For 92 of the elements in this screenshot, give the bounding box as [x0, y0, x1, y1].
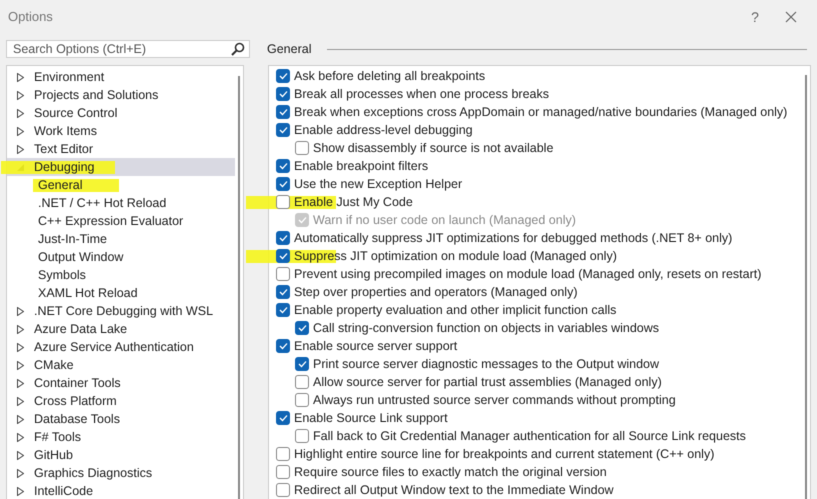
checkmark-icon [278, 162, 288, 170]
checkmark-icon [278, 108, 288, 116]
option-label: Require source files to exactly match the original version [294, 465, 607, 479]
checkbox[interactable] [276, 267, 290, 281]
scrollbar-thumb[interactable] [805, 75, 807, 499]
tree-item[interactable]: Symbols [7, 266, 235, 284]
tree-item[interactable]: Just-In-Time [7, 230, 235, 248]
checkbox[interactable] [276, 177, 290, 191]
checkbox[interactable] [276, 285, 290, 299]
option-label: Enable address-level debugging [294, 123, 473, 137]
page-title: General [267, 42, 312, 56]
checkmark-icon [278, 126, 288, 134]
checkmark-icon [278, 288, 288, 296]
checkbox[interactable] [276, 159, 290, 173]
option-label: Enable Just My Code [294, 195, 413, 209]
checkbox[interactable] [276, 231, 290, 245]
option-label: Enable property evaluation and other implicit function calls [294, 303, 616, 317]
tree-item[interactable]: Database Tools [7, 410, 235, 428]
option-label: Enable breakpoint filters [294, 159, 428, 173]
checkbox[interactable] [276, 69, 290, 83]
checkbox[interactable] [276, 483, 290, 497]
checkbox[interactable] [295, 141, 309, 155]
tree-item[interactable]: Container Tools [7, 374, 235, 392]
checkmark-icon [298, 216, 306, 224]
search-field[interactable]: Search Options (Ctrl+E) [6, 40, 250, 58]
option-label: Ask before deleting all breakpoints [294, 69, 486, 83]
checkmark-icon [298, 360, 306, 368]
tree-item[interactable]: .NET / C++ Hot Reload [7, 194, 235, 212]
checkbox[interactable] [295, 375, 309, 389]
help-button[interactable]: ? [739, 4, 771, 28]
tree-item[interactable]: Text Editor [7, 140, 235, 158]
option-label: Enable source server support [294, 339, 458, 353]
tree-item[interactable]: General [7, 176, 235, 194]
checkbox[interactable] [276, 123, 290, 137]
checkbox[interactable] [276, 303, 290, 317]
tree-item[interactable]: Output Window [7, 248, 235, 266]
checkbox[interactable] [276, 339, 290, 353]
close-icon [785, 10, 797, 22]
option-label: Print source server diagnostic messages to the Output window [313, 357, 660, 371]
checkbox[interactable] [295, 393, 309, 407]
option-label: Redirect all Output Window text to the Immediate Window [294, 483, 614, 497]
tree-item[interactable]: Graphics Diagnostics [7, 464, 235, 482]
tree-item[interactable]: Environment [7, 68, 235, 86]
option-label: Warn if no user code on launch (Managed only) [313, 213, 576, 227]
window-title: Options [8, 9, 54, 24]
checkmark-icon [278, 90, 288, 98]
checkmark-icon [278, 342, 288, 350]
checkmark-icon [278, 234, 288, 242]
tree-item[interactable]: GitHub [7, 446, 235, 464]
option-label: Use the new Exception Helper [294, 177, 462, 191]
option-label: Allow source server for partial trust assemblies (Managed only) [313, 375, 662, 389]
option-label: Automatically suppress JIT optimizations for debugged methods (.NET 8+ only) [294, 231, 732, 245]
option-label: Fall back to Git Credential Manager authentication for all Source Link requests [313, 429, 746, 443]
option-label: Break when exceptions cross AppDomain or managed/native boundaries (Managed only) [294, 105, 788, 119]
checkmark-icon [278, 72, 288, 80]
option-label: Call string-conversion function on objects in variables windows [313, 321, 660, 335]
checkbox[interactable] [276, 105, 290, 119]
option-label: Break all processes when one process breaks [294, 87, 549, 101]
checkbox[interactable] [295, 429, 309, 443]
tree-item[interactable]: Azure Service Authentication [7, 338, 235, 356]
checkbox[interactable] [276, 465, 290, 479]
checkmark-icon [298, 324, 306, 332]
option-label: Highlight entire source line for breakpoints and current statement (C++ only) [294, 447, 714, 461]
tree-item[interactable]: C++ Expression Evaluator [7, 212, 235, 230]
checkbox[interactable] [276, 195, 290, 209]
option-label: Always run untrusted source server commands without prompting [313, 393, 676, 407]
checkbox[interactable] [276, 447, 290, 461]
checkmark-icon [278, 414, 288, 422]
tree-item[interactable]: Cross Platform [7, 392, 235, 410]
scrollbar-thumb[interactable] [238, 76, 240, 499]
checkbox[interactable] [295, 357, 309, 371]
checkbox[interactable] [276, 249, 290, 263]
tree-item[interactable]: .NET Core Debugging with WSL [7, 302, 235, 320]
option-label: Step over properties and operators (Managed only) [294, 285, 578, 299]
tree-item[interactable]: IntelliCode [7, 482, 235, 499]
checkmark-icon [278, 180, 288, 188]
option-label: Prevent using precompiled images on module load (Managed only, resets on restart) [294, 267, 762, 281]
tree-item[interactable]: Work Items [7, 122, 235, 140]
checkbox[interactable] [276, 87, 290, 101]
checkbox[interactable] [295, 321, 309, 335]
tree-item[interactable]: Source Control [7, 104, 235, 122]
checkbox[interactable] [276, 411, 290, 425]
tree-item[interactable]: CMake [7, 356, 235, 374]
tree-item[interactable]: F# Tools [7, 428, 235, 446]
option-label: Show disassembly if source is not available [313, 141, 554, 155]
search-icon[interactable] [231, 42, 245, 56]
checkmark-icon [278, 306, 288, 314]
tree-item[interactable]: Azure Data Lake [7, 320, 235, 338]
option-label: Enable Source Link support [294, 411, 448, 425]
tree-item[interactable]: Projects and Solutions [7, 86, 235, 104]
checkmark-icon [278, 252, 288, 260]
tree-item[interactable]: XAML Hot Reload [7, 284, 235, 302]
